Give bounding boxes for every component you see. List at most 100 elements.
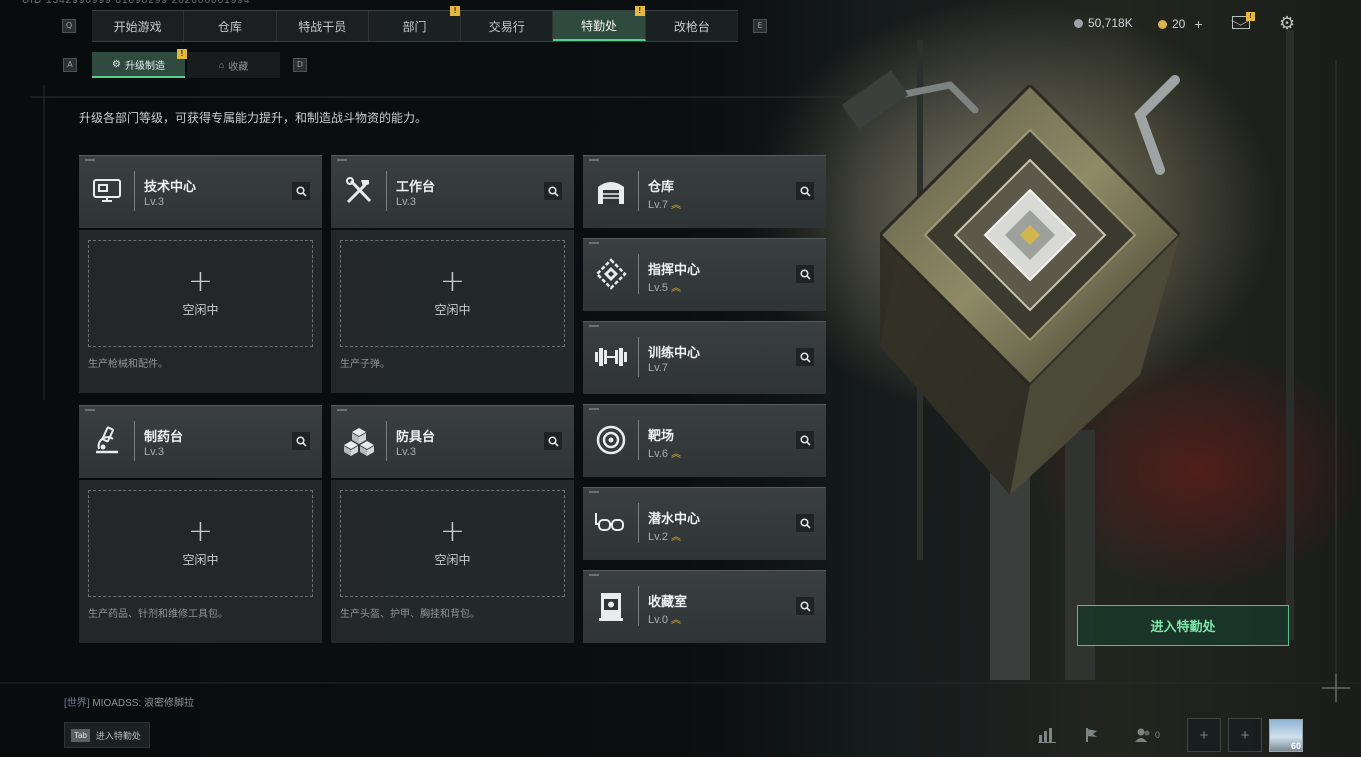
add-production-plus-icon: + xyxy=(439,514,466,549)
facility-level: Lv.6 ︽ xyxy=(648,445,681,460)
facility-card-training-center[interactable]: 训练中心 Lv.7 xyxy=(583,321,826,394)
facility-card-workbench[interactable]: 工作台 Lv.3 xyxy=(331,155,574,228)
facility-card-tech-center[interactable]: 技术中心 Lv.3 xyxy=(79,155,322,228)
key-hint-e: E xyxy=(753,19,767,33)
alert-badge: ! xyxy=(450,6,461,16)
card-separator xyxy=(386,421,387,461)
magnifier-search-icon[interactable] xyxy=(796,265,814,283)
tab-start-game[interactable]: 开始游戏 xyxy=(92,11,185,41)
facility-level: Lv.3 xyxy=(396,446,416,458)
card-separator xyxy=(134,171,135,211)
card-separator xyxy=(638,337,639,377)
cubes-icon xyxy=(341,423,377,459)
tools-icon xyxy=(341,173,377,209)
facility-card-shooting-range[interactable]: 靶场 Lv.6 ︽ xyxy=(583,404,826,477)
production-description: 生产头盔、护甲、胸挂和背包。 xyxy=(340,609,480,620)
magnifier-search-icon[interactable] xyxy=(544,432,562,450)
key-hint-d: D xyxy=(293,58,307,72)
card-separator xyxy=(638,586,639,626)
gold-amount: 20 xyxy=(1172,17,1186,31)
facility-name: 靶场 xyxy=(648,428,675,443)
facility-name: 防具台 xyxy=(396,429,436,444)
player-avatar[interactable]: 60 xyxy=(1269,719,1303,752)
tab-gunsmith[interactable]: 改枪台 xyxy=(646,11,738,41)
magnifier-search-icon[interactable] xyxy=(544,182,562,200)
subtab-collection[interactable]: ⌂ 收藏 xyxy=(187,52,280,78)
goggles-icon xyxy=(593,505,629,541)
tab-warehouse[interactable]: 仓库 xyxy=(184,11,277,41)
tab-shortcut-hint[interactable]: Tab 进入特勤处 xyxy=(64,722,150,748)
facility-card-armor-bench[interactable]: 防具台 Lv.3 xyxy=(331,405,574,478)
chat-message: MIOADSS: 浪密修脚拉 xyxy=(92,698,195,709)
upgrade-available-icon: ︽ xyxy=(670,283,681,294)
production-description: 生产子弹。 xyxy=(340,359,390,370)
tab-trade[interactable]: 交易行 xyxy=(461,11,554,41)
invite-slot-1-button[interactable]: + xyxy=(1187,718,1221,752)
top-nav: 开始游戏 仓库 特战干员 部门! 交易行 特勤处! 改枪台 xyxy=(92,6,738,42)
alert-badge: ! xyxy=(177,49,187,59)
level-text: Lv.2 xyxy=(648,531,668,543)
add-production-plus-icon: + xyxy=(187,264,214,299)
production-panel-tech-center: + 空闲中 生产枪械和配件。 xyxy=(79,230,322,393)
subtab-upgrade-craft[interactable]: ⚙ 升级制造 ! xyxy=(92,49,187,78)
world-chat-line[interactable]: [世界] MIOADSS: 浪密修脚拉 xyxy=(64,694,194,709)
warehouse-icon xyxy=(593,173,629,209)
tab-special-ops[interactable]: 特勤处! xyxy=(553,6,646,41)
stats-chart-icon[interactable] xyxy=(1030,718,1064,752)
add-gold-button[interactable]: + xyxy=(1194,16,1202,32)
friends-button[interactable]: 0 xyxy=(1127,718,1167,752)
level-text: Lv.3 xyxy=(396,446,416,458)
enter-special-ops-button[interactable]: 进入特勤处 xyxy=(1077,605,1289,646)
production-slot[interactable]: + 空闲中 xyxy=(340,490,565,597)
facility-level: Lv.5 ︽ xyxy=(648,279,681,294)
card-tag xyxy=(337,409,347,411)
facility-card-warehouse[interactable]: 仓库 Lv.7 ︽ xyxy=(583,155,826,228)
magnifier-search-icon[interactable] xyxy=(292,182,310,200)
facility-card-pharmacy[interactable]: 制药台 Lv.3 xyxy=(79,405,322,478)
key-hint-a: A xyxy=(63,58,77,72)
dumbbell-icon xyxy=(593,339,629,375)
card-separator xyxy=(638,254,639,294)
tab-operators[interactable]: 特战干员 xyxy=(277,11,369,41)
facility-card-collection-room[interactable]: 收藏室 Lv.0 ︽ xyxy=(583,570,826,643)
tab-departments[interactable]: 部门! xyxy=(369,6,462,41)
plus-icon: + xyxy=(1240,726,1250,744)
magnifier-search-icon[interactable] xyxy=(796,514,814,532)
facility-name: 潜水中心 xyxy=(648,511,701,526)
settings-gear-icon[interactable]: ⚙ xyxy=(1279,14,1296,32)
silver-coin-icon xyxy=(1074,18,1083,28)
computer-icon xyxy=(89,173,125,209)
tab-label: 开始游戏 xyxy=(113,19,162,34)
facility-card-command-center[interactable]: 指挥中心 Lv.5 ︽ xyxy=(583,238,826,311)
idle-status: 空闲中 xyxy=(434,303,471,317)
magnifier-search-icon[interactable] xyxy=(796,182,814,200)
invite-slot-2-button[interactable]: + xyxy=(1228,718,1262,752)
magnifier-search-icon[interactable] xyxy=(796,348,814,366)
target-icon xyxy=(593,422,629,458)
facility-level: Lv.3 xyxy=(144,446,164,458)
magnifier-search-icon[interactable] xyxy=(796,597,814,615)
production-slot[interactable]: + 空闲中 xyxy=(340,240,565,347)
subtab-label: 升级制造 xyxy=(124,60,165,72)
production-slot[interactable]: + 空闲中 xyxy=(88,490,313,597)
production-panel-armor-bench: + 空闲中 生产头盔、护甲、胸挂和背包。 xyxy=(331,480,574,643)
card-tag xyxy=(85,409,95,411)
tab-label: 改枪台 xyxy=(673,19,710,34)
tab-label: 特勤处 xyxy=(581,18,618,33)
facility-name: 收藏室 xyxy=(648,594,688,609)
level-text: Lv.6 xyxy=(648,448,668,460)
facility-card-diving-center[interactable]: 潜水中心 Lv.2 ︽ xyxy=(583,487,826,560)
tab-hint-label: 进入特勤处 xyxy=(95,730,141,741)
production-slot[interactable]: + 空闲中 xyxy=(88,240,313,347)
add-production-plus-icon: + xyxy=(187,514,214,549)
facility-level: Lv.7 xyxy=(648,362,671,374)
magnifier-search-icon[interactable] xyxy=(292,432,310,450)
chat-channel: [世界] xyxy=(64,698,90,709)
tab-label: 部门 xyxy=(402,19,427,34)
magnifier-search-icon[interactable] xyxy=(796,431,814,449)
facility-level: Lv.2 ︽ xyxy=(648,528,681,543)
production-description: 生产枪械和配件。 xyxy=(88,359,168,370)
flag-icon[interactable] xyxy=(1075,718,1109,752)
facility-level: Lv.0 ︽ xyxy=(648,611,681,626)
tab-label: 交易行 xyxy=(488,19,525,34)
